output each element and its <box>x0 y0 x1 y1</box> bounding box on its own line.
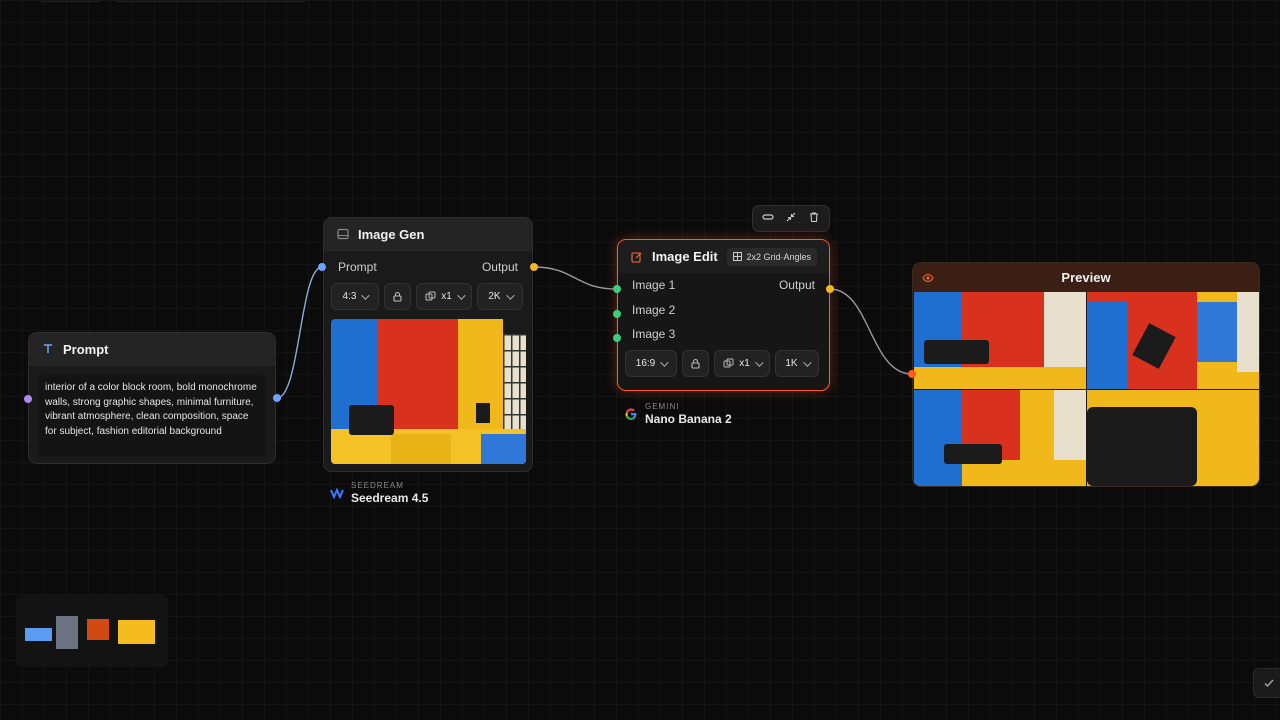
image-gen-header[interactable]: Image Gen <box>324 218 532 251</box>
gen-model-name: Seedream 4.5 <box>351 491 429 505</box>
image-gen-title: Image Gen <box>358 226 425 242</box>
edit-image2-label: Image 2 <box>632 302 676 317</box>
prompt-output-port[interactable] <box>273 394 281 402</box>
prompt-input-port[interactable] <box>24 395 32 403</box>
palette-swatch-yellow[interactable] <box>118 620 155 644</box>
prompt-node[interactable]: Prompt interior of a color block room, b… <box>28 332 276 464</box>
image-count-value: x1 <box>441 291 452 302</box>
lock-button[interactable] <box>384 283 411 310</box>
color-palette[interactable] <box>16 595 168 667</box>
eye-icon <box>921 271 935 285</box>
edit-model-name: Nano Banana 2 <box>645 412 732 426</box>
edit-model-label: GEMINI Nano Banana 2 <box>624 402 732 426</box>
edit-input-port-3[interactable] <box>613 334 621 342</box>
lock-icon <box>393 291 402 302</box>
aspect-ratio-value: 4:3 <box>342 291 357 302</box>
chevron-down-icon <box>505 290 515 300</box>
link-icon[interactable] <box>762 210 774 228</box>
edit-input-port-2[interactable] <box>613 310 621 318</box>
edit-count-value: x1 <box>739 358 750 369</box>
node-toolbar <box>752 205 830 232</box>
aspect-ratio-select[interactable]: 4:3 <box>331 283 379 310</box>
palette-swatch-blue[interactable] <box>25 628 52 641</box>
gen-output-port[interactable] <box>530 263 538 271</box>
gen-output-label: Output <box>481 260 518 274</box>
prompt-node-title: Prompt <box>63 341 109 357</box>
palette-swatch-orange[interactable] <box>87 619 109 640</box>
edit-input-port-1[interactable] <box>613 285 621 293</box>
resolution-value: 2K <box>488 291 501 302</box>
text-icon <box>41 342 55 356</box>
gen-prompt-input-label: Prompt <box>338 260 377 274</box>
edit-image1-label: Image 1 <box>632 278 676 292</box>
prompt-node-header[interactable]: Prompt <box>29 333 275 366</box>
edit-resolution-select[interactable]: 1K <box>775 350 819 377</box>
image-edit-title: Image Edit <box>652 249 718 264</box>
wire-edit-to-preview <box>829 288 913 375</box>
chevron-down-icon <box>456 290 466 300</box>
images-icon <box>723 358 734 368</box>
preview-node[interactable]: Preview <box>912 262 1260 487</box>
images-icon <box>425 291 436 301</box>
preview-title: Preview <box>1061 270 1111 285</box>
image-edit-header[interactable]: Image Edit 2x2 Grid·Angles <box>618 240 829 273</box>
edit-count-select[interactable]: x1 <box>714 350 770 377</box>
trash-icon[interactable] <box>808 210 820 228</box>
lock-icon <box>691 358 700 369</box>
image-count-select[interactable]: x1 <box>416 283 472 310</box>
edit-provider: GEMINI <box>645 402 680 411</box>
chevron-down-icon <box>660 357 669 367</box>
chevron-down-icon <box>754 357 764 367</box>
gen-provider: SEEDREAM <box>351 481 404 490</box>
prompt-textarea[interactable]: interior of a color block room, bold mon… <box>38 375 266 457</box>
edit-resolution-value: 1K <box>785 358 798 369</box>
resolution-select[interactable]: 2K <box>477 283 523 310</box>
wire-gen-to-edit <box>533 266 618 290</box>
grid-angles-tag[interactable]: 2x2 Grid·Angles <box>727 247 817 266</box>
palette-swatch-gray[interactable] <box>56 616 78 649</box>
edit-image3-label: Image 3 <box>632 327 676 341</box>
gen-model-label: SEEDREAM Seedream 4.5 <box>330 481 428 505</box>
edit-aspect-value: 16:9 <box>635 358 656 369</box>
confirm-button[interactable] <box>1253 668 1280 698</box>
google-logo-icon <box>625 408 637 420</box>
preview-input-port[interactable] <box>908 370 916 378</box>
edit-icon <box>630 250 644 264</box>
edit-lock-button[interactable] <box>682 350 709 377</box>
edit-aspect-select[interactable]: 16:9 <box>625 350 677 377</box>
gen-input-port[interactable] <box>318 263 326 271</box>
wire-prompt-to-gen <box>276 266 323 399</box>
image-edit-node[interactable]: Image Edit 2x2 Grid·Angles Image 1 Outpu… <box>617 239 830 391</box>
chevron-down-icon <box>802 357 812 367</box>
edit-output-label: Output <box>778 278 815 292</box>
collapse-icon[interactable] <box>785 210 797 228</box>
seedream-logo-icon <box>330 487 344 499</box>
grid-angles-label: 2x2 Grid·Angles <box>746 251 811 262</box>
check-icon <box>1264 679 1274 688</box>
edit-output-port[interactable] <box>826 285 834 293</box>
image-gen-node[interactable]: Image Gen Prompt Output 4:3 x1 2K <box>323 217 533 472</box>
preview-header[interactable]: Preview <box>913 263 1259 292</box>
chevron-down-icon <box>361 290 371 300</box>
generated-image[interactable] <box>331 319 526 464</box>
grid-icon <box>733 252 743 261</box>
image-icon <box>336 227 350 241</box>
preview-image-grid[interactable] <box>914 292 1259 486</box>
